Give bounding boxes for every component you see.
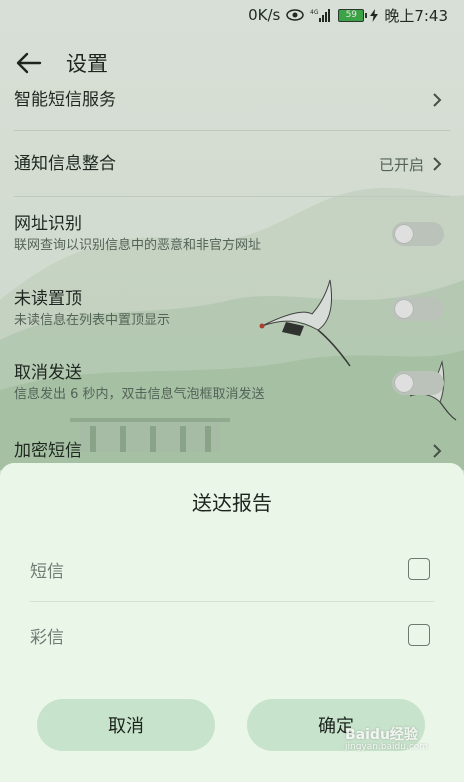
cancel-button[interactable]: 取消 [37, 699, 215, 751]
divider [30, 601, 434, 602]
dialog-title: 送达报告 [192, 491, 272, 515]
watermark-text: Baidu经验 [345, 727, 418, 743]
mms-checkbox[interactable] [408, 624, 430, 646]
sms-checkbox[interactable] [408, 558, 430, 580]
option-label: 短信 [30, 561, 64, 582]
option-label: 彩信 [30, 627, 64, 648]
watermark-url: jingyan.baidu.com [345, 742, 429, 752]
baidu-watermark: Baidu经验 jingyan.baidu.com [345, 724, 428, 752]
option-sms[interactable]: 短信 [30, 547, 430, 591]
option-mms[interactable]: 彩信 [30, 613, 430, 657]
